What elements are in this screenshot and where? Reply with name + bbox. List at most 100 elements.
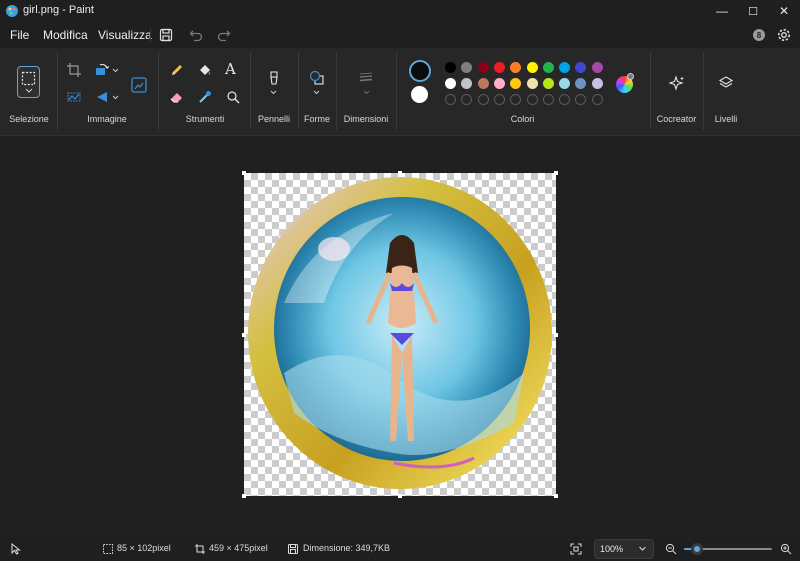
menu-view[interactable]: Visualizza: [98, 28, 152, 42]
custom-color-indicator: [627, 73, 634, 80]
settings-icon[interactable]: [776, 27, 792, 43]
line-size-icon[interactable]: [358, 70, 374, 86]
ribbon-divider: [396, 52, 397, 130]
color-swatch[interactable]: [510, 62, 522, 73]
redo-icon[interactable]: [216, 27, 232, 43]
resize-handle-bottom-left[interactable]: [242, 494, 246, 498]
color-swatch[interactable]: [559, 62, 571, 73]
crop-icon[interactable]: [66, 62, 82, 78]
color-swatch[interactable]: [526, 62, 538, 73]
color-swatch[interactable]: [575, 62, 587, 73]
window-title: girl.png - Paint: [23, 4, 94, 16]
color-swatch[interactable]: [591, 78, 603, 89]
ribbon-divider: [703, 52, 704, 130]
chevron-down-icon[interactable]: [363, 90, 370, 95]
color-swatch[interactable]: [477, 62, 489, 73]
resize-handle-left[interactable]: [242, 333, 246, 337]
color-swatch[interactable]: [461, 62, 473, 73]
color-swatch[interactable]: [591, 62, 603, 73]
color-swatch[interactable]: [445, 78, 456, 89]
menu-bar: File Modifica Visualizza 8: [0, 22, 800, 48]
resize-handle-bottom[interactable]: [398, 494, 402, 498]
pointer-icon: [11, 543, 21, 555]
ribbon-divider: [250, 52, 251, 130]
eraser-icon[interactable]: [169, 89, 185, 105]
flip-icon[interactable]: [94, 89, 110, 105]
account-icon[interactable]: 8: [751, 27, 767, 43]
selection-tool-button[interactable]: [17, 66, 40, 98]
resize-handle-top[interactable]: [398, 171, 402, 175]
fit-to-window-icon[interactable]: [570, 543, 582, 555]
chevron-down-icon: [25, 88, 33, 93]
group-label-brushes: Pennelli: [257, 114, 291, 124]
color-swatch[interactable]: [477, 78, 489, 89]
custom-color-slot[interactable]: [575, 94, 587, 105]
minimize-button[interactable]: —: [706, 0, 738, 22]
zoom-slider-thumb[interactable]: [691, 543, 704, 555]
menu-file[interactable]: File: [10, 28, 29, 42]
brush-icon[interactable]: [266, 70, 282, 86]
save-icon: [288, 544, 298, 554]
chevron-down-icon[interactable]: [112, 68, 119, 73]
chevron-down-icon[interactable]: [270, 90, 277, 95]
text-tool-icon[interactable]: A: [225, 60, 241, 78]
resize-handle-right[interactable]: [554, 333, 558, 337]
custom-color-slot[interactable]: [542, 94, 554, 105]
close-button[interactable]: ✕: [768, 0, 800, 22]
svg-text:8: 8: [757, 31, 762, 40]
custom-color-slot[interactable]: [559, 94, 571, 105]
color-swatch[interactable]: [493, 78, 505, 89]
maximize-button[interactable]: ☐: [737, 0, 769, 22]
color-swatch[interactable]: [493, 62, 505, 73]
cocreator-icon[interactable]: [669, 75, 685, 91]
selection-size-icon: [103, 544, 113, 554]
custom-color-slot[interactable]: [477, 94, 489, 105]
undo-icon[interactable]: [188, 27, 204, 43]
custom-color-slot[interactable]: [461, 94, 473, 105]
save-icon[interactable]: [158, 27, 174, 43]
shapes-icon[interactable]: [309, 70, 325, 86]
color-swatch[interactable]: [461, 78, 473, 89]
resize-handle-bottom-right[interactable]: [554, 494, 558, 498]
resize-handle-top-right[interactable]: [554, 171, 558, 175]
custom-color-slot[interactable]: [445, 94, 456, 105]
group-label-image: Immagine: [87, 114, 127, 124]
custom-color-slot[interactable]: [510, 94, 522, 105]
color-picker-icon[interactable]: [197, 89, 213, 105]
ribbon-divider: [298, 52, 299, 130]
color-swatch[interactable]: [542, 62, 554, 73]
pencil-icon[interactable]: [169, 62, 185, 78]
primary-color[interactable]: [409, 60, 431, 82]
chevron-down-icon: [639, 546, 646, 551]
menu-edit[interactable]: Modifica: [43, 28, 88, 42]
color-swatch[interactable]: [526, 78, 538, 89]
zoom-select[interactable]: 100%: [594, 539, 654, 559]
rectangle-select-icon: [21, 71, 36, 86]
image-select-icon[interactable]: [66, 89, 82, 105]
custom-color-slot[interactable]: [591, 94, 603, 105]
resize-handle-top-left[interactable]: [242, 171, 246, 175]
color-swatch[interactable]: [575, 78, 587, 89]
fill-bucket-icon[interactable]: [197, 62, 213, 78]
chevron-down-icon[interactable]: [112, 95, 119, 100]
color-swatch[interactable]: [445, 62, 456, 73]
secondary-color[interactable]: [411, 86, 428, 103]
layers-icon[interactable]: [718, 75, 734, 91]
custom-color-slot[interactable]: [493, 94, 505, 105]
magnifier-icon[interactable]: [225, 89, 241, 105]
canvas[interactable]: [244, 173, 556, 496]
rotate-icon[interactable]: [94, 62, 110, 78]
group-label-size: Dimensioni: [343, 114, 389, 124]
canvas-size-icon: [195, 544, 205, 554]
color-swatch[interactable]: [559, 78, 571, 89]
color-swatch[interactable]: [510, 78, 522, 89]
group-label-cocreator: Cocreator: [656, 114, 697, 124]
zoom-out-icon[interactable]: [665, 543, 677, 555]
custom-color-slot[interactable]: [526, 94, 538, 105]
resize-icon[interactable]: [130, 76, 148, 94]
zoom-in-icon[interactable]: [780, 543, 792, 555]
chevron-down-icon[interactable]: [313, 90, 320, 95]
ribbon-divider: [336, 52, 337, 130]
color-swatch[interactable]: [542, 78, 554, 89]
zoom-value: 100%: [600, 544, 624, 554]
